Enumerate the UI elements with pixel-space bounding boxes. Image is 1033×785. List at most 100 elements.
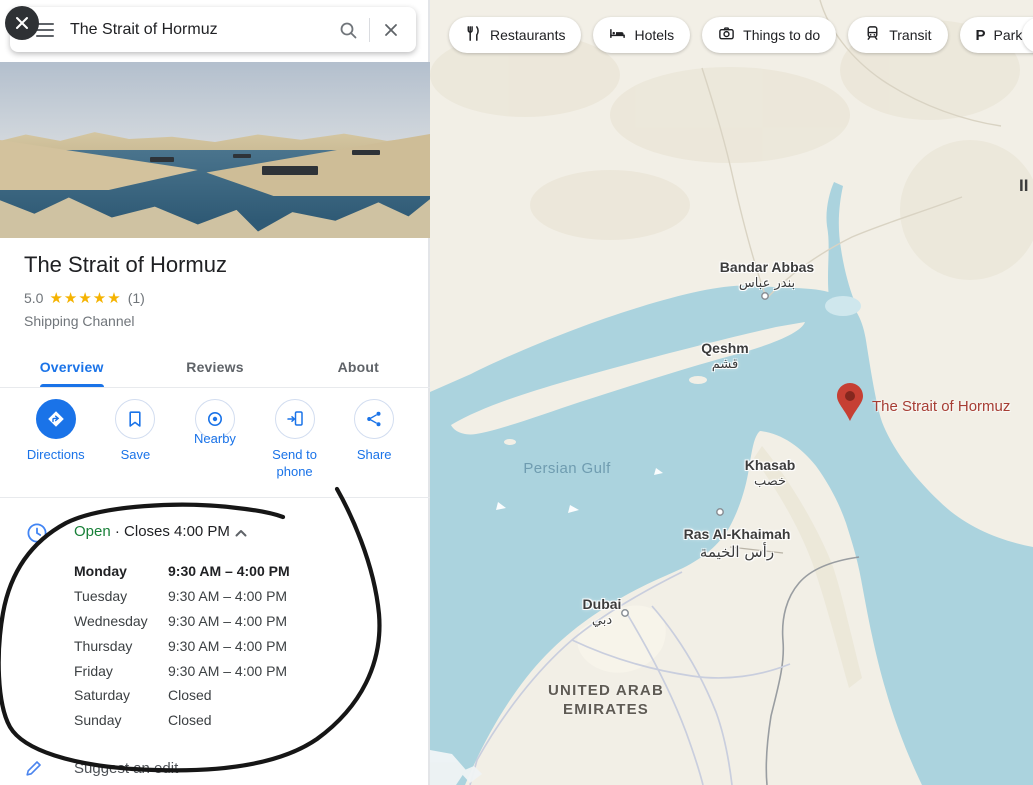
chip-transit[interactable]: Transit: [848, 17, 948, 53]
action-label: Save: [120, 447, 151, 462]
day-label: Saturday: [74, 687, 131, 704]
tab-about[interactable]: About: [287, 347, 430, 387]
share-button[interactable]: Share: [334, 399, 414, 481]
camera-icon: [718, 25, 735, 45]
clock-icon: [26, 522, 48, 549]
map-label-qeshm-en: Qeshm: [701, 340, 749, 356]
action-bar: Directions Save Nearby Send to phone Sha…: [16, 399, 414, 481]
map-label-edge-partial: II: [1019, 176, 1029, 195]
hotels-icon: [609, 25, 626, 45]
action-label: Share: [356, 447, 392, 462]
map-label-qeshm-ar: قشم: [711, 357, 739, 372]
map-label-united-arab-emirates: UNITED ARAB EMIRATES: [548, 682, 664, 720]
day-label: Thursday: [74, 637, 133, 654]
photo-ship: [233, 154, 251, 158]
country-line2: EMIRATES: [562, 700, 649, 718]
map-label-khasab: Khasab خصب: [745, 457, 796, 489]
send-to-phone-button[interactable]: Send to phone: [255, 399, 335, 481]
hours-row-friday: Friday 9:30 AM – 4:00 PM: [74, 658, 374, 683]
place-photo[interactable]: [0, 62, 430, 238]
place-panel: The Strait of Hormuz The Strait of Hormu…: [0, 0, 430, 785]
search-icon: [340, 22, 357, 38]
hours-row-monday: Monday 9:30 AM – 4:00 PM: [74, 559, 374, 584]
map-label-khasab-ar: خصب: [753, 474, 787, 489]
send-to-phone-icon: [274, 399, 315, 439]
action-label: Directions: [26, 447, 85, 462]
action-label: Nearby: [194, 431, 236, 446]
day-label: Tuesday: [74, 588, 128, 605]
search-card: The Strait of Hormuz: [10, 7, 416, 52]
map-label-bandar-abbas-en: Bandar Abbas: [719, 259, 815, 275]
close-icon: [16, 17, 28, 29]
suggest-an-edit-row[interactable]: Suggest an edit: [0, 752, 430, 785]
divider: [0, 497, 430, 498]
page-title: The Strait of Hormuz: [24, 252, 227, 277]
map-base-art: [430, 0, 1033, 785]
time-value: 9:30 AM – 4:00 PM: [168, 563, 290, 580]
map-label-ras-al-khaimah-en: Ras Al-Khaimah: [683, 526, 791, 542]
chip-label: Things to do: [743, 27, 821, 43]
map-label-qeshm: Qeshm قشم: [701, 340, 748, 372]
rating-value: 5.0: [24, 290, 44, 307]
hours-row-sunday: Sunday Closed: [74, 708, 374, 733]
title-block: The Strait of Hormuz 5.0 ★★★★★ (1) Shipp…: [24, 252, 227, 329]
search-button[interactable]: [331, 13, 365, 47]
map-label-dubai-ar: دبي: [591, 613, 613, 628]
closes-text: · Closes 4:00 PM: [114, 523, 230, 540]
search-divider: [369, 17, 370, 42]
chip-restaurants[interactable]: Restaurants: [449, 17, 582, 53]
open-status: Open: [74, 523, 111, 540]
photo-ship: [150, 157, 174, 162]
tab-reviews[interactable]: Reviews: [143, 347, 286, 387]
chevron-up-icon[interactable]: [232, 524, 250, 547]
directions-button[interactable]: Directions: [16, 399, 96, 481]
hours-row-thursday: Thursday 9:30 AM – 4:00 PM: [74, 633, 374, 658]
divider: [0, 387, 430, 388]
tab-overview[interactable]: Overview: [0, 347, 143, 387]
chip-label: Restaurants: [490, 27, 566, 43]
photo-ship: [262, 166, 318, 175]
bookmark-icon: [115, 399, 156, 439]
time-value: Closed: [168, 712, 212, 729]
hours-row-tuesday: Tuesday 9:30 AM – 4:00 PM: [74, 584, 374, 609]
time-value: 9:30 AM – 4:00 PM: [168, 588, 288, 605]
map-canvas[interactable]: Bandar Abbas بندر عباس Qeshm قشم Persian…: [430, 0, 1033, 785]
map-pin-label: The Strait of Hormuz: [872, 398, 1011, 415]
day-label: Monday: [74, 563, 127, 580]
map-pin[interactable]: [837, 383, 863, 421]
nearby-button[interactable]: Nearby: [175, 399, 255, 481]
time-value: 9:30 AM – 4:00 PM: [168, 662, 288, 679]
directions-icon: [35, 399, 76, 439]
map-category-chips: Restaurants Hotels Things to do Transit …: [449, 17, 1033, 53]
chip-label: Transit: [889, 27, 932, 43]
suggest-edit-label: Suggest an edit: [74, 760, 179, 777]
map-label-dubai-en: Dubai: [582, 596, 622, 612]
day-label: Wednesday: [74, 612, 148, 629]
map-label-dubai: Dubai دبي: [583, 596, 622, 628]
map-label-bandar-abbas: Bandar Abbas بندر عباس: [720, 259, 814, 291]
opening-hours-table: Monday 9:30 AM – 4:00 PM Tuesday 9:30 AM…: [74, 559, 374, 733]
save-button[interactable]: Save: [96, 399, 176, 481]
search-input[interactable]: The Strait of Hormuz: [70, 21, 331, 39]
hours-summary-row[interactable]: Open · Closes 4:00 PM: [0, 518, 430, 550]
pin-icon: [837, 383, 863, 421]
map-label-bandar-abbas-ar: بندر عباس: [738, 276, 796, 291]
map-label-khasab-en: Khasab: [744, 457, 796, 473]
day-label: Sunday: [74, 712, 122, 729]
chip-things-to-do[interactable]: Things to do: [702, 17, 837, 53]
day-label: Friday: [74, 662, 113, 679]
country-line1: UNITED ARAB: [548, 682, 664, 699]
chip-hotels[interactable]: Hotels: [593, 17, 691, 53]
transit-icon: [864, 25, 881, 45]
rating-row: 5.0 ★★★★★ (1): [24, 289, 227, 307]
time-value: Closed: [168, 687, 212, 704]
overlay-close-button[interactable]: [5, 6, 39, 40]
pencil-icon: [24, 758, 44, 783]
clear-search-button[interactable]: [374, 13, 408, 47]
review-count[interactable]: (1): [128, 290, 145, 306]
place-category: Shipping Channel: [24, 313, 135, 330]
close-icon: [385, 23, 397, 36]
time-value: 9:30 AM – 4:00 PM: [168, 637, 288, 654]
tab-bar: Overview Reviews About: [0, 347, 430, 387]
hours-row-saturday: Saturday Closed: [74, 683, 374, 708]
